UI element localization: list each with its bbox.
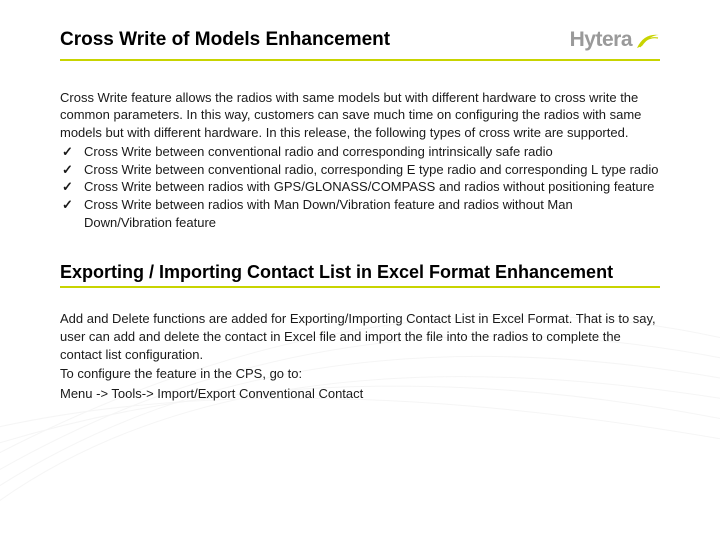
list-item: Cross Write between conventional radio a… [60,143,660,161]
brand-name: Hytera [570,28,632,52]
title-underline [60,59,660,61]
section2-para2: To configure the feature in the CPS, go … [60,365,660,383]
brand-swoosh-icon [636,31,660,49]
list-item: Cross Write between radios with Man Down… [60,196,660,231]
section1-bullets: Cross Write between conventional radio a… [60,143,660,231]
section1-intro: Cross Write feature allows the radios wi… [60,89,660,142]
section2: Exporting / Importing Contact List in Ex… [60,261,660,402]
title2-underline [60,286,660,288]
list-item: Cross Write between radios with GPS/GLON… [60,178,660,196]
list-item: Cross Write between conventional radio, … [60,161,660,179]
section2-para1: Add and Delete functions are added for E… [60,310,660,363]
section2-title: Exporting / Importing Contact List in Ex… [60,261,660,284]
section1-title: Cross Write of Models Enhancement [60,28,390,53]
section2-para3: Menu -> Tools-> Import/Export Convention… [60,385,660,403]
brand-logo: Hytera [570,28,660,52]
header-row: Cross Write of Models Enhancement Hytera [60,28,660,53]
page-content: Cross Write of Models Enhancement Hytera… [0,0,720,424]
